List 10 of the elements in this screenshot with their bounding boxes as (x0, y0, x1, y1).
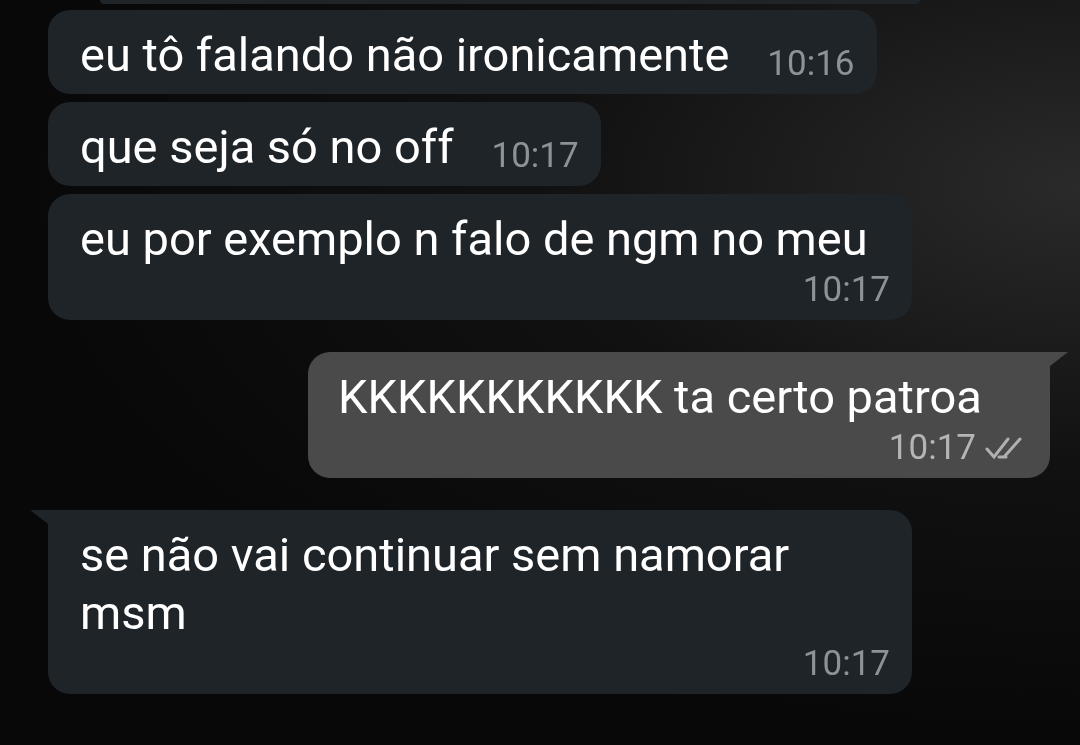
message-text: eu tô falando não ironicamente (80, 26, 730, 84)
message-time: 10:16 (767, 42, 855, 86)
message-text: se não vai continuar sem namorar msm (80, 526, 791, 642)
message-time: 10:17 (888, 426, 976, 470)
message-text: eu por exemplo n falo de ngm no meu (80, 210, 868, 268)
message-text: KKKKKKKKKKK ta certo patroa (338, 368, 982, 426)
message-text: que seja só no off (80, 118, 454, 176)
message-time: 10:17 (802, 642, 890, 686)
message-time: 10:17 (802, 268, 890, 312)
message-time: 10:17 (491, 134, 579, 178)
